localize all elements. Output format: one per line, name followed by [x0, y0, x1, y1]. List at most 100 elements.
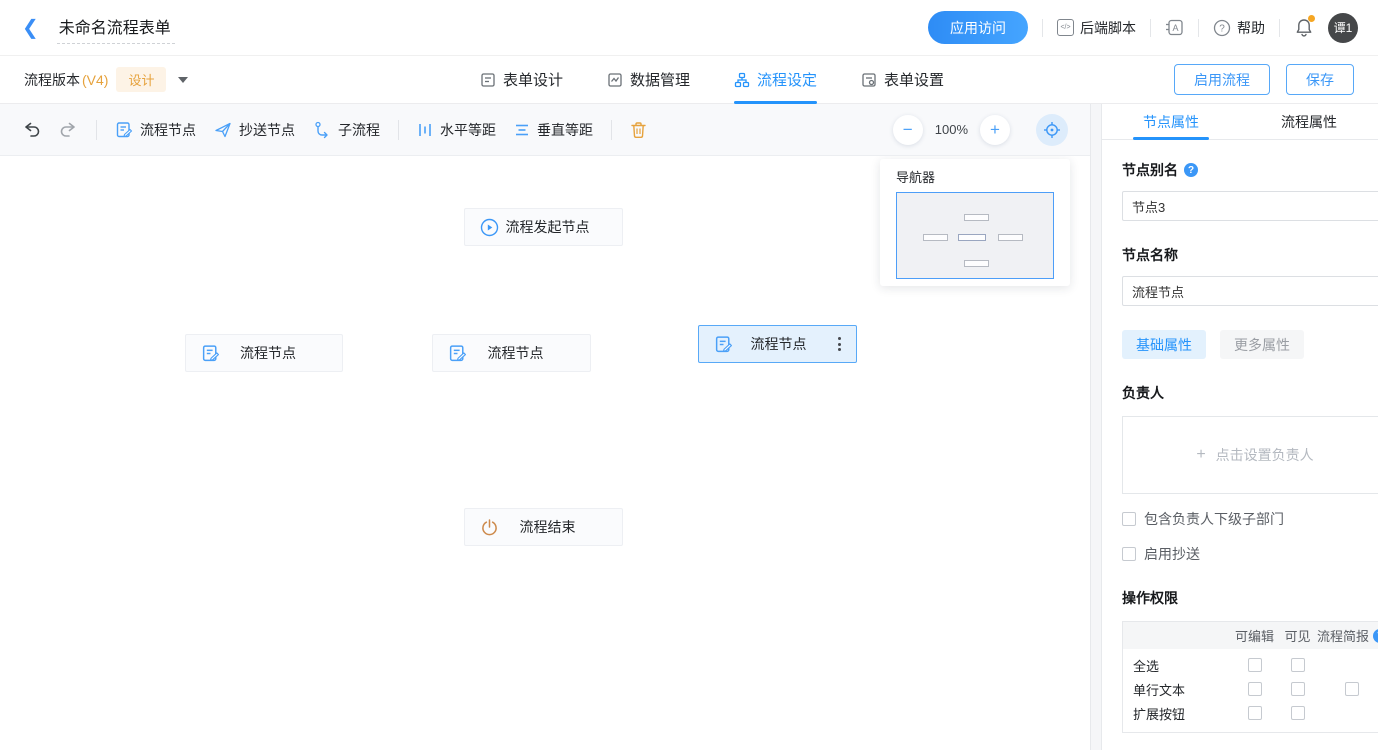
checkbox[interactable] [1122, 512, 1136, 526]
minimap[interactable] [896, 192, 1054, 279]
app-access-button[interactable]: 应用访问 [928, 11, 1028, 44]
node-alias-input[interactable] [1122, 191, 1378, 221]
tab-form-design[interactable]: 表单设计 [480, 56, 563, 104]
navigator-title: 导航器 [896, 167, 1054, 186]
add-subflow-button[interactable]: 子流程 [313, 120, 380, 140]
plus-icon: + [1196, 446, 1205, 464]
redo-button[interactable] [59, 121, 78, 138]
minimap-node [958, 234, 986, 241]
notifications-button[interactable] [1294, 17, 1314, 38]
permission-checkbox[interactable] [1291, 682, 1305, 696]
backend-script-button[interactable]: </> 后端脚本 [1057, 18, 1136, 38]
tab-flow-setting[interactable]: 流程设定 [734, 56, 817, 104]
trash-icon [630, 121, 647, 139]
zoom-level: 100% [935, 122, 968, 137]
flow-node-icon [115, 121, 133, 139]
basic-props-button[interactable]: 基础属性 [1122, 330, 1206, 359]
permission-row: 全选 [1123, 653, 1378, 677]
main-tabs: 表单设计 数据管理 流程设定 表单设置 [480, 56, 944, 104]
permission-checkbox[interactable] [1291, 706, 1305, 720]
permissions-table-body: 全选单行文本扩展按钮 [1123, 649, 1378, 732]
zoom-in-button[interactable]: + [980, 115, 1010, 145]
minimap-node [964, 260, 989, 267]
node-menu-icon[interactable] [830, 337, 848, 351]
doc-pen-icon [448, 344, 467, 363]
enable-flow-button[interactable]: 启用流程 [1174, 64, 1270, 95]
permission-row-label: 单行文本 [1123, 680, 1231, 699]
help-icon[interactable]: ? [1184, 163, 1198, 177]
help-button[interactable]: ? 帮助 [1213, 18, 1265, 38]
node-name-input[interactable] [1122, 276, 1378, 306]
doc-pen-icon [201, 344, 220, 363]
more-props-button[interactable]: 更多属性 [1220, 330, 1304, 359]
back-icon[interactable]: ❮ [22, 18, 39, 38]
end-node[interactable]: 流程结束 [464, 508, 623, 546]
divider [1150, 19, 1151, 37]
permissions-table-header: 可编辑 可见 流程简报 ? [1123, 622, 1378, 649]
undo-button[interactable] [22, 121, 41, 138]
permission-row-label: 全选 [1123, 656, 1231, 675]
power-icon [480, 518, 499, 537]
play-circle-icon [480, 218, 499, 237]
question-circle-icon: ? [1213, 19, 1231, 37]
data-manage-icon [607, 72, 623, 88]
avatar[interactable]: 谭1 [1328, 13, 1358, 43]
app-header: ❮ 未命名流程表单 应用访问 </> 后端脚本 A ? 帮助 [0, 0, 1378, 56]
checkbox[interactable] [1122, 547, 1136, 561]
version-tab-bar: 流程版本(V4) 设计 表单设计 数据管理 流程设定 [0, 56, 1378, 104]
notification-dot [1308, 15, 1315, 22]
form-settings-icon [861, 72, 877, 88]
start-node[interactable]: 流程发起节点 [464, 208, 623, 246]
add-cc-node-button[interactable]: 抄送节点 [214, 120, 295, 140]
redo-icon [59, 121, 78, 138]
permission-checkbox[interactable] [1345, 682, 1359, 696]
horizontal-space-icon [417, 122, 433, 138]
flow-canvas[interactable]: 流程发起节点 流程节点 [0, 156, 1090, 750]
doc-pen-icon [714, 335, 733, 354]
permission-row: 扩展按钮 [1123, 701, 1378, 725]
flow-node[interactable]: 流程节点 [185, 334, 343, 372]
minimap-node [964, 214, 989, 221]
page-title[interactable]: 未命名流程表单 [57, 12, 175, 44]
navigator-panel: 导航器 [880, 159, 1070, 286]
permission-checkbox[interactable] [1248, 658, 1262, 672]
add-flow-node-button[interactable]: 流程节点 [115, 120, 196, 140]
flow-node-selected[interactable]: 流程节点 [698, 325, 857, 363]
pane-divider[interactable] [1090, 104, 1102, 750]
crosshair-icon [1043, 121, 1061, 139]
help-icon[interactable]: ? [1373, 629, 1378, 643]
permissions-label: 操作权限 [1122, 588, 1378, 608]
paper-plane-icon [214, 121, 232, 139]
fit-view-button[interactable] [1036, 114, 1068, 146]
divider [1042, 19, 1043, 37]
undo-icon [22, 121, 41, 138]
permissions-table: 可编辑 可见 流程简报 ? 全选单行文本扩展按钮 [1122, 621, 1378, 733]
assignee-label: 负责人 [1122, 383, 1378, 403]
zoom-out-button[interactable]: − [893, 115, 923, 145]
translate-button[interactable]: A [1165, 18, 1184, 37]
permission-checkbox[interactable] [1248, 706, 1262, 720]
tab-flow-properties[interactable]: 流程属性 [1240, 104, 1378, 139]
translate-icon: A [1165, 18, 1184, 37]
set-assignee-button[interactable]: + 点击设置负责人 [1122, 416, 1378, 494]
tab-form-settings[interactable]: 表单设置 [861, 56, 944, 104]
node-alias-label: 节点别名 ? [1122, 160, 1378, 180]
svg-text:A: A [1172, 23, 1178, 33]
permission-row-label: 扩展按钮 [1123, 704, 1231, 723]
permission-checkbox[interactable] [1291, 658, 1305, 672]
properties-sidebar: 节点属性 流程属性 节点别名 ? 节点名称 基础属性 更多属性 负责人 + 点击 [1102, 104, 1378, 750]
tab-data-manage[interactable]: 数据管理 [607, 56, 690, 104]
permission-checkbox[interactable] [1248, 682, 1262, 696]
flow-node[interactable]: 流程节点 [432, 334, 591, 372]
include-sub-dept-checkbox-row[interactable]: 包含负责人下级子部门 [1122, 509, 1378, 529]
divider [1198, 19, 1199, 37]
delete-button[interactable] [630, 121, 647, 139]
save-button[interactable]: 保存 [1286, 64, 1354, 95]
vertical-space-button[interactable]: 垂直等距 [514, 120, 593, 140]
status-badge: 设计 [116, 67, 166, 92]
horizontal-space-button[interactable]: 水平等距 [417, 120, 496, 140]
version-dropdown-caret[interactable] [178, 77, 188, 83]
tab-node-properties[interactable]: 节点属性 [1102, 104, 1240, 139]
enable-cc-checkbox-row[interactable]: 启用抄送 [1122, 544, 1378, 564]
divider [611, 120, 612, 140]
